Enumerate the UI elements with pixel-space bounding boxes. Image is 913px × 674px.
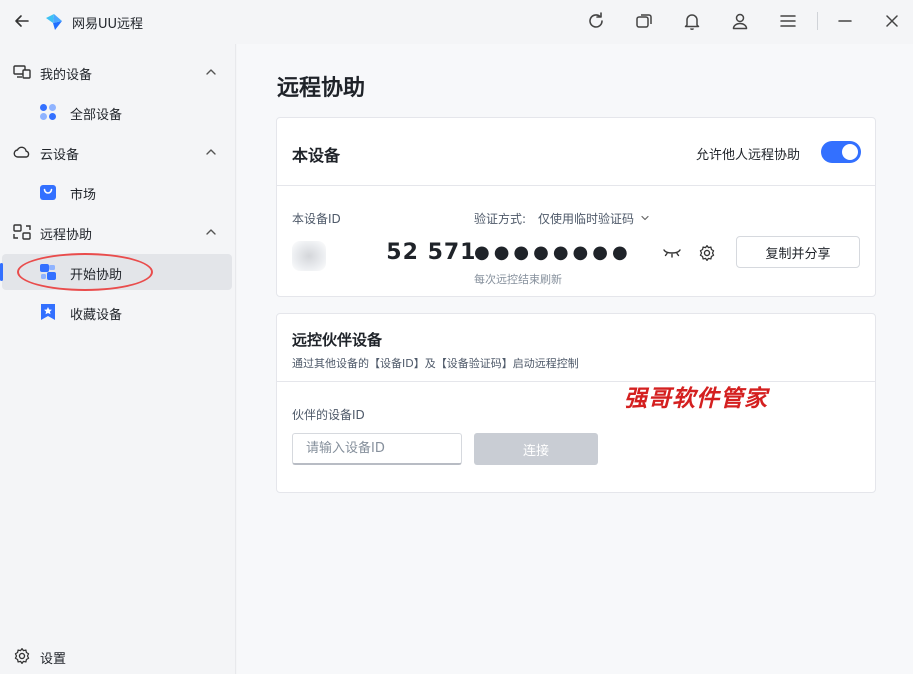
grid-dots-icon	[40, 104, 56, 120]
app-logo-icon	[46, 14, 62, 30]
device-id-label: 本设备ID	[292, 212, 341, 226]
app-title: 网易UU远程	[72, 17, 144, 32]
back-icon[interactable]	[12, 11, 32, 31]
page-title: 远程协助	[277, 76, 366, 101]
sidebar-group-label: 云设备	[40, 148, 80, 163]
sidebar-group-my-devices[interactable]: 我的设备	[0, 52, 236, 92]
remote-assist-icon	[13, 224, 31, 240]
shopping-bag-icon	[40, 185, 56, 200]
sidebar-settings[interactable]: 设置	[0, 638, 236, 674]
chevron-down-icon[interactable]	[640, 213, 650, 223]
sidebar-group-remote-assist[interactable]: 远程协助	[0, 212, 236, 252]
menu-icon[interactable]	[778, 11, 798, 31]
this-device-card: 本设备 允许他人远程协助 本设备ID 52 571 验证方式: 仅使用临时验证码…	[276, 117, 876, 297]
bell-icon[interactable]	[682, 11, 702, 31]
title-bar: 网易UU远程	[0, 0, 913, 44]
this-device-header: 本设备 允许他人远程协助	[277, 118, 875, 186]
close-icon[interactable]	[882, 11, 902, 31]
partner-device-title: 远控伙伴设备	[292, 331, 383, 349]
connect-button[interactable]: 连接	[474, 433, 598, 465]
titlebar-divider	[817, 12, 818, 30]
toggle-knob	[842, 144, 858, 160]
sidebar-item-market[interactable]: 市场	[2, 174, 232, 210]
sidebar-item-all-devices[interactable]: 全部设备	[2, 94, 232, 130]
chevron-up-icon[interactable]	[204, 225, 218, 239]
sidebar-group-label: 远程协助	[40, 228, 93, 243]
gear-icon[interactable]	[698, 244, 716, 262]
partner-id-input[interactable]	[292, 433, 462, 465]
cloud-icon	[13, 146, 30, 158]
sidebar-item-label: 市场	[70, 188, 97, 203]
this-device-title: 本设备	[292, 146, 341, 165]
sidebar-item-label: 收藏设备	[70, 308, 123, 323]
refresh-icon[interactable]	[586, 11, 606, 31]
refresh-hint: 每次远控结束刷新	[474, 273, 562, 286]
partner-id-label: 伙伴的设备ID	[292, 408, 365, 422]
copy-share-button[interactable]: 复制并分享	[736, 236, 860, 268]
annotation-circle	[17, 253, 153, 291]
eye-closed-icon[interactable]	[662, 246, 682, 260]
allow-remote-label: 允许他人远程协助	[696, 148, 801, 163]
sidebar-item-favorite-devices[interactable]: 收藏设备	[2, 294, 232, 330]
sidebar-group-label: 我的设备	[40, 68, 93, 83]
verify-method-select[interactable]: 仅使用临时验证码	[538, 210, 634, 227]
main-content: 远程协助 本设备 允许他人远程协助 本设备ID 52 571 验证方式: 仅使用…	[237, 44, 913, 674]
user-icon[interactable]	[730, 11, 750, 31]
verify-method-label: 验证方式:	[474, 212, 527, 226]
verification-code-masked: ●●●●●●●●	[474, 242, 632, 263]
gear-icon	[14, 647, 30, 665]
partner-device-subtitle: 通过其他设备的【设备ID】及【设备验证码】启动远程控制	[292, 357, 579, 370]
allow-remote-toggle[interactable]	[821, 141, 861, 163]
watermark-text: 强哥软件管家	[624, 386, 768, 412]
star-bookmark-icon	[41, 304, 55, 320]
chevron-up-icon[interactable]	[204, 65, 218, 79]
window-switch-icon[interactable]	[634, 11, 654, 31]
device-id-value: 52 571	[343, 240, 477, 265]
settings-label: 设置	[40, 652, 67, 667]
devices-icon	[13, 65, 31, 79]
partner-device-header: 远控伙伴设备 通过其他设备的【设备ID】及【设备验证码】启动远程控制	[277, 314, 875, 382]
chevron-up-icon[interactable]	[204, 145, 218, 159]
device-id-redaction	[292, 241, 326, 271]
sidebar-item-label: 全部设备	[70, 108, 123, 123]
partner-device-card: 远控伙伴设备 通过其他设备的【设备ID】及【设备验证码】启动远程控制 伙伴的设备…	[276, 313, 876, 493]
sidebar-group-cloud-devices[interactable]: 云设备	[0, 132, 236, 172]
minimize-icon[interactable]	[835, 11, 855, 31]
sidebar: 我的设备 全部设备 云设备 市场 远程协助 开始协助 收藏设备 设置	[0, 44, 236, 674]
